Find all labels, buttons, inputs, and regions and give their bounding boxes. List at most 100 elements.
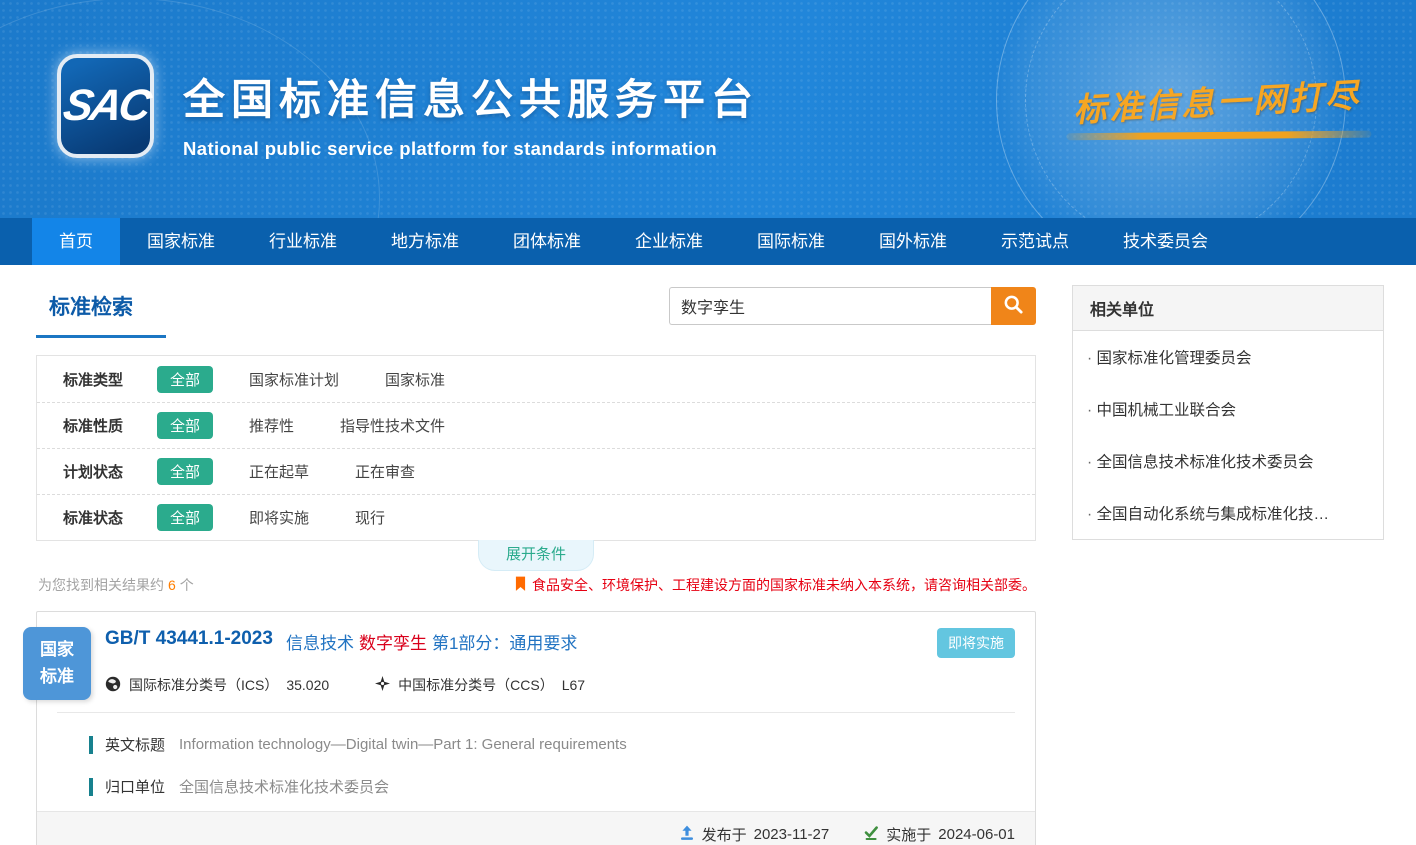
implement-date: 2024-06-01 <box>938 826 1015 843</box>
related-units-panel: 相关单位 国家标准化管理委员会 中国机械工业联合会 全国信息技术标准化技术委员会… <box>1072 285 1384 540</box>
results-count-prefix: 为您找到相关结果约 <box>38 577 164 593</box>
filter-option[interactable]: 即将实施 <box>249 507 309 528</box>
check-icon <box>863 825 879 845</box>
english-title-row: 英文标题 Information technology—Digital twin… <box>37 734 1035 755</box>
globe-icon <box>105 676 121 695</box>
card-top: GB/T 43441.1-2023 信息技术数字孪生第1部分：通用要求 即将实施… <box>37 612 1035 695</box>
results-count: 为您找到相关结果约6个 <box>36 575 194 595</box>
ccs-classification: 中国标准分类号（CCS） L67 <box>375 675 585 695</box>
ics-classification: 国际标准分类号（ICS） 35.020 <box>105 675 329 695</box>
ccs-value: L67 <box>562 677 585 693</box>
standard-result-card: 国家 标准 GB/T 43441.1-2023 信息技术数字孪生第1部分：通用要… <box>36 611 1036 845</box>
title-part-2: 第1部分：通用要求 <box>432 634 577 653</box>
committee-value: 全国信息技术标准化技术委员会 <box>179 776 389 797</box>
main-nav: 首页 国家标准 行业标准 地方标准 团体标准 企业标准 国际标准 国外标准 示范… <box>0 218 1416 265</box>
badge-line-2: 标准 <box>40 664 74 690</box>
nav-tab-enterprise-standards[interactable]: 企业标准 <box>608 218 730 265</box>
card-footer: 发布于 2023-11-27 实施于 2024-06-01 <box>37 811 1035 845</box>
filter-option[interactable]: 现行 <box>355 507 385 528</box>
implement-date-item: 实施于 2024-06-01 <box>863 824 1015 845</box>
english-title-label: 英文标题 <box>105 734 165 755</box>
results-count-number: 6 <box>168 577 176 593</box>
expand-conditions-button[interactable]: 展开条件 <box>478 540 594 571</box>
bookmark-icon <box>515 576 526 595</box>
publish-date-item: 发布于 2023-11-27 <box>679 824 830 845</box>
implement-label: 实施于 <box>886 824 931 845</box>
filter-label: 标准状态 <box>63 507 157 528</box>
filter-row-standard-type: 标准类型 全部 国家标准计划 国家标准 <box>37 356 1035 402</box>
search-icon <box>1003 294 1024 318</box>
filter-all-badge[interactable]: 全部 <box>157 366 213 393</box>
classification-line: 国际标准分类号（ICS） 35.020 中国标准分类号（CCS） L67 <box>105 675 1015 695</box>
site-title: 全国标准信息公共服务平台 <box>183 66 759 127</box>
filter-row-standard-status: 标准状态 全部 即将实施 现行 <box>37 494 1035 540</box>
nav-tab-home[interactable]: 首页 <box>32 218 120 265</box>
nav-tab-pilot-programs[interactable]: 示范试点 <box>974 218 1096 265</box>
sidebar-column: 相关单位 国家标准化管理委员会 中国机械工业联合会 全国信息技术标准化技术委员会… <box>1072 285 1384 845</box>
search-results-column: 标准检索 标准类型 全部 国家标准计划 国家标准 标准性质 <box>36 285 1036 845</box>
sac-logo[interactable]: SAC <box>57 54 154 158</box>
ccs-label: 中国标准分类号（CCS） <box>398 675 554 695</box>
standard-title-line: GB/T 43441.1-2023 信息技术数字孪生第1部分：通用要求 即将实施 <box>105 628 1015 658</box>
teal-accent-bar <box>89 778 93 796</box>
badge-line-1: 国家 <box>40 637 74 663</box>
publish-date: 2023-11-27 <box>754 826 830 843</box>
search-box <box>669 287 1036 325</box>
title-search-highlight: 数字孪生 <box>359 634 427 653</box>
site-subtitle: National public service platform for sta… <box>183 138 759 160</box>
committee-label: 归口单位 <box>105 776 165 797</box>
nav-tab-technical-committees[interactable]: 技术委员会 <box>1096 218 1235 265</box>
search-header-row: 标准检索 <box>36 285 1036 349</box>
results-count-suffix: 个 <box>180 577 194 593</box>
notice-text: 食品安全、环境保护、工程建设方面的国家标准未纳入本系统，请咨询相关部委。 <box>532 575 1036 595</box>
related-unit-link[interactable]: 全国信息技术标准化技术委员会 <box>1073 435 1383 487</box>
related-units-title: 相关单位 <box>1073 286 1383 331</box>
related-unit-link[interactable]: 国家标准化管理委员会 <box>1073 331 1383 383</box>
national-standard-badge[interactable]: 国家 标准 <box>23 627 91 700</box>
upload-icon <box>679 825 695 845</box>
filter-option[interactable]: 正在审查 <box>355 461 415 482</box>
card-divider <box>57 712 1015 713</box>
page-content: 标准检索 标准类型 全部 国家标准计划 国家标准 标准性质 <box>0 265 1416 845</box>
filter-all-badge[interactable]: 全部 <box>157 504 213 531</box>
filter-option[interactable]: 国家标准计划 <box>249 369 339 390</box>
filter-all-badge[interactable]: 全部 <box>157 458 213 485</box>
nav-tab-group-standards[interactable]: 团体标准 <box>486 218 608 265</box>
related-unit-link[interactable]: 全国自动化系统与集成标准化技… <box>1073 487 1383 539</box>
nav-tab-foreign-standards[interactable]: 国外标准 <box>852 218 974 265</box>
ics-label: 国际标准分类号（ICS） <box>129 675 278 695</box>
system-notice: 食品安全、环境保护、工程建设方面的国家标准未纳入本系统，请咨询相关部委。 <box>515 575 1036 595</box>
search-button[interactable] <box>991 287 1036 325</box>
filter-label: 计划状态 <box>63 461 157 482</box>
filter-label: 标准性质 <box>63 415 157 436</box>
filter-option[interactable]: 推荐性 <box>249 415 294 436</box>
committee-row: 归口单位 全国信息技术标准化技术委员会 <box>37 776 1035 797</box>
search-input[interactable] <box>669 287 991 325</box>
filter-panel: 标准类型 全部 国家标准计划 国家标准 标准性质 全部 推荐性 指导性技术文件 … <box>36 355 1036 541</box>
header-banner: SAC 全国标准信息公共服务平台 National public service… <box>0 0 1416 218</box>
nav-tab-national-standards[interactable]: 国家标准 <box>120 218 242 265</box>
nav-tab-local-standards[interactable]: 地方标准 <box>364 218 486 265</box>
sac-logo-text: SAC <box>59 81 152 131</box>
filter-row-standard-nature: 标准性质 全部 推荐性 指导性技术文件 <box>37 402 1035 448</box>
publish-label: 发布于 <box>702 824 747 845</box>
ics-value: 35.020 <box>286 677 329 693</box>
expand-conditions-wrap: 展开条件 <box>36 541 1036 571</box>
teal-accent-bar <box>89 736 93 754</box>
english-title-value: Information technology—Digital twin—Part… <box>179 736 627 753</box>
standard-title-link[interactable]: 信息技术数字孪生第1部分：通用要求 <box>286 628 577 654</box>
filter-option[interactable]: 国家标准 <box>385 369 445 390</box>
filter-option[interactable]: 指导性技术文件 <box>340 415 445 436</box>
page-title: 标准检索 <box>36 285 133 321</box>
site-titles: 全国标准信息公共服务平台 National public service pla… <box>183 66 759 160</box>
title-part-1: 信息技术 <box>286 634 354 653</box>
related-unit-link[interactable]: 中国机械工业联合会 <box>1073 383 1383 435</box>
compass-icon <box>375 676 390 694</box>
nav-tab-industry-standards[interactable]: 行业标准 <box>242 218 364 265</box>
filter-all-badge[interactable]: 全部 <box>157 412 213 439</box>
status-badge: 即将实施 <box>937 628 1015 658</box>
standard-code-link[interactable]: GB/T 43441.1-2023 <box>105 628 273 650</box>
filter-option[interactable]: 正在起草 <box>249 461 309 482</box>
results-meta-row: 为您找到相关结果约6个 食品安全、环境保护、工程建设方面的国家标准未纳入本系统，… <box>36 575 1036 595</box>
nav-tab-international-standards[interactable]: 国际标准 <box>730 218 852 265</box>
